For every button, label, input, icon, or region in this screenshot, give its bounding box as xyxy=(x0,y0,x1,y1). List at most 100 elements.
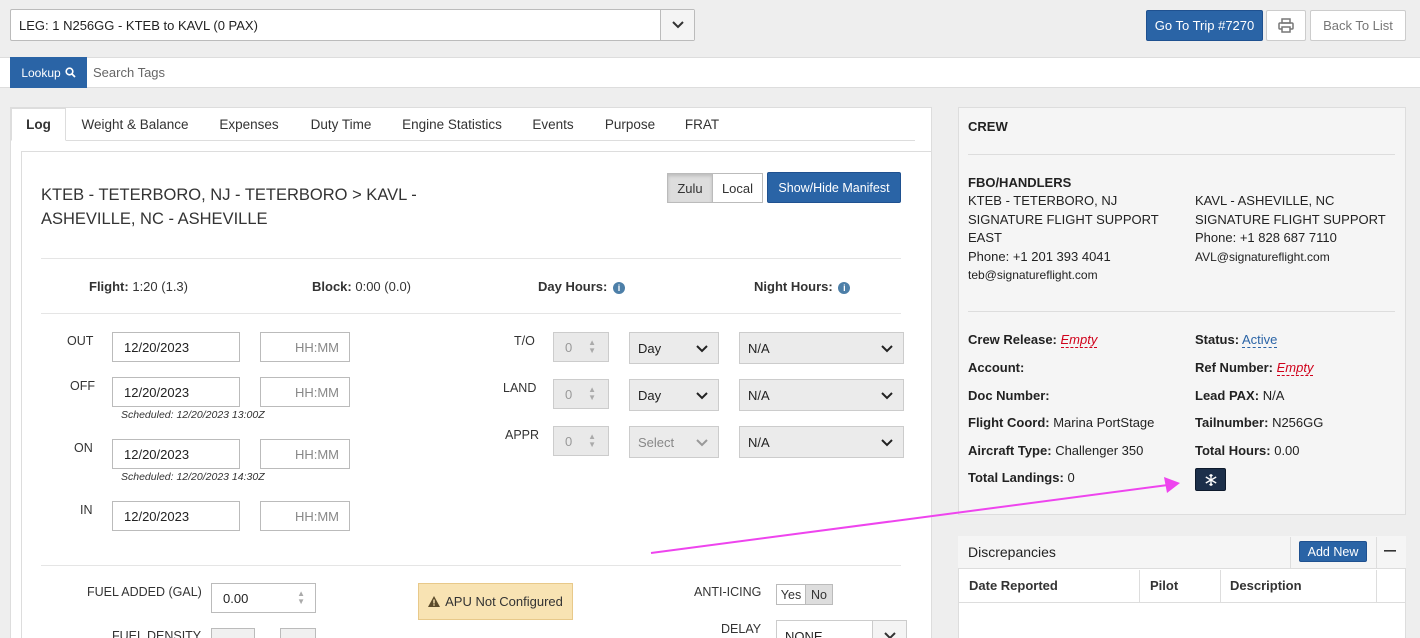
chevron-down-icon[interactable] xyxy=(660,10,694,40)
off-scheduled: Scheduled: 12/20/2023 13:00Z xyxy=(121,409,265,421)
column-date-reported[interactable]: Date Reported xyxy=(969,578,1058,593)
crew-release-field: Crew Release: Empty xyxy=(968,331,1098,350)
anti-icing-label: ANTI-ICING xyxy=(694,585,762,599)
on-time-input[interactable]: HH:MM xyxy=(260,439,350,469)
delay-select[interactable]: NONE xyxy=(776,620,907,638)
fbo-origin: KTEB - TETERBORO, NJ SIGNATURE FLIGHT SU… xyxy=(968,192,1159,285)
divider xyxy=(1290,537,1291,568)
lead-pax-field: Lead PAX: N/A xyxy=(1195,387,1284,406)
total-hours-field: Total Hours: 0.00 xyxy=(1195,442,1300,461)
stepper-arrows-icon[interactable]: ▲ ▼ xyxy=(588,433,596,449)
stepper-arrows-icon[interactable]: ▲ ▼ xyxy=(588,339,596,355)
appr-period-select[interactable]: Select xyxy=(629,426,719,458)
ref-number-value[interactable]: Empty xyxy=(1276,360,1314,376)
out-time-input[interactable]: HH:MM xyxy=(260,332,350,362)
add-new-button[interactable]: Add New xyxy=(1299,541,1367,562)
off-time-input[interactable]: HH:MM xyxy=(260,377,350,407)
collapse-icon[interactable] xyxy=(1380,540,1400,562)
tab-events[interactable]: Events xyxy=(522,108,584,141)
delay-label: DELAY xyxy=(721,622,762,636)
doc-number-label: Doc Number: xyxy=(968,388,1050,403)
lookup-button[interactable]: Lookup xyxy=(10,57,87,88)
info-icon[interactable]: i xyxy=(838,281,851,294)
tab-purpose[interactable]: Purpose xyxy=(594,108,666,141)
off-label: OFF xyxy=(70,379,95,393)
fuel-density-unit[interactable] xyxy=(280,628,316,638)
discrepancies-title: Discrepancies xyxy=(968,544,1056,560)
leg-select[interactable]: LEG: 1 N256GG - KTEB to KAVL (0 PAX) xyxy=(10,9,695,41)
out-date-input[interactable]: 12/20/2023 xyxy=(112,332,240,362)
tab-weight-balance[interactable]: Weight & Balance xyxy=(70,108,200,141)
zulu-toggle[interactable]: Zulu xyxy=(667,173,713,203)
tab-log[interactable]: Log xyxy=(11,108,66,141)
off-date-input[interactable]: 12/20/2023 xyxy=(112,377,240,407)
land-count-stepper[interactable]: 0 ▲ ▼ xyxy=(553,379,609,409)
search-icon xyxy=(65,67,76,78)
in-time-input[interactable]: HH:MM xyxy=(260,501,350,531)
info-icon[interactable]: i xyxy=(612,281,625,294)
tab-duty-time[interactable]: Duty Time xyxy=(298,108,384,141)
aircraft-type-field: Aircraft Type: Challenger 350 xyxy=(968,442,1143,461)
out-label: OUT xyxy=(67,334,94,348)
appr-count-stepper[interactable]: 0 ▲ ▼ xyxy=(553,426,609,456)
divider xyxy=(968,311,1395,312)
chevron-down-icon xyxy=(881,439,893,447)
doc-number-field: Doc Number: xyxy=(968,387,1050,406)
crew-release-value[interactable]: Empty xyxy=(1060,332,1098,348)
takeoff-approach-select[interactable]: N/A xyxy=(739,332,904,364)
takeoff-period-select[interactable]: Day xyxy=(629,332,719,364)
column-pilot[interactable]: Pilot xyxy=(1150,578,1178,593)
appr-label: APPR xyxy=(505,428,540,442)
local-toggle[interactable]: Local xyxy=(712,173,763,203)
in-label: IN xyxy=(80,503,93,517)
on-date-input[interactable]: 12/20/2023 xyxy=(112,439,240,469)
stepper-arrows-icon[interactable]: ▲ ▼ xyxy=(588,386,596,402)
block-stat: Block: 0:00 (0.0) xyxy=(312,279,411,294)
printer-icon xyxy=(1278,18,1294,33)
day-hours-label: Day Hours: xyxy=(538,279,608,294)
fbo-dest-email[interactable]: AVL@signatureflight.com xyxy=(1195,248,1386,267)
stepper-arrows-icon[interactable]: ▲ ▼ xyxy=(297,590,305,606)
go-to-trip-button[interactable]: Go To Trip #7270 xyxy=(1146,10,1263,41)
land-approach-select[interactable]: N/A xyxy=(739,379,904,411)
status-value[interactable]: Active xyxy=(1241,332,1278,348)
apu-warning-text: APU Not Configured xyxy=(445,594,563,609)
anti-icing-yes[interactable]: Yes xyxy=(776,584,806,605)
account-label: Account: xyxy=(968,360,1025,375)
status-label: Status: xyxy=(1195,332,1240,347)
crew-heading: CREW xyxy=(968,119,1008,134)
tab-expenses[interactable]: Expenses xyxy=(207,108,291,141)
back-to-list-button[interactable]: Back To List xyxy=(1310,10,1406,41)
takeoff-count-stepper[interactable]: 0 ▲ ▼ xyxy=(553,332,609,362)
anti-icing-no[interactable]: No xyxy=(805,584,833,605)
account-field: Account: xyxy=(968,359,1024,378)
lead-pax-value: N/A xyxy=(1262,388,1285,403)
fbo-origin-phone: Phone: +1 201 393 4041 xyxy=(968,248,1111,264)
warning-icon xyxy=(428,596,441,607)
fbo-origin-airport: KTEB - TETERBORO, NJ xyxy=(968,193,1118,208)
tab-frat[interactable]: FRAT xyxy=(676,108,728,141)
in-date-input[interactable]: 12/20/2023 xyxy=(112,501,240,531)
flight-coord-field: Flight Coord: Marina PortStage xyxy=(968,414,1154,433)
land-period-select[interactable]: Day xyxy=(629,379,719,411)
tab-engine-statistics[interactable]: Engine Statistics xyxy=(392,108,512,141)
flight-stat: Flight: 1:20 (1.3) xyxy=(89,279,188,294)
divider xyxy=(41,313,901,314)
divider xyxy=(1139,570,1140,603)
flight-coord-label: Flight Coord: xyxy=(968,415,1050,430)
fuel-added-input[interactable]: 0.00 ▲ ▼ xyxy=(211,583,316,613)
show-hide-manifest-button[interactable]: Show/Hide Manifest xyxy=(767,172,901,203)
fuel-density-input[interactable] xyxy=(211,628,255,638)
aircraft-type-label: Aircraft Type: xyxy=(968,443,1052,458)
lookup-label: Lookup xyxy=(21,65,61,80)
status-field: Status: Active xyxy=(1195,331,1278,350)
tailnumber-label: Tailnumber: xyxy=(1195,415,1269,430)
search-tags-input[interactable] xyxy=(88,58,1408,87)
day-hours-stat: Day Hours: i xyxy=(538,279,625,294)
print-button[interactable] xyxy=(1266,10,1306,41)
ref-number-field: Ref Number: Empty xyxy=(1195,359,1314,378)
divider xyxy=(1376,537,1377,568)
column-description[interactable]: Description xyxy=(1230,578,1302,593)
appr-approach-select[interactable]: N/A xyxy=(739,426,904,458)
fbo-origin-email[interactable]: teb@signatureflight.com xyxy=(968,266,1159,285)
